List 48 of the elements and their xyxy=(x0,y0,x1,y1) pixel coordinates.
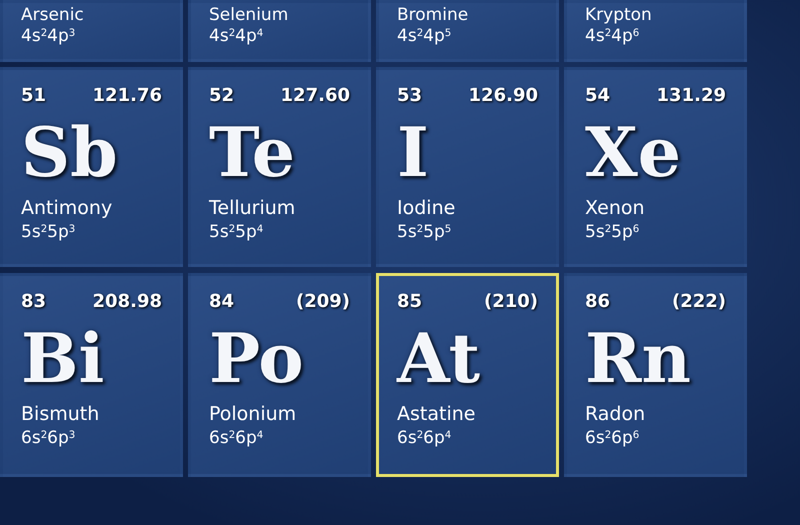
element-name: Iodine xyxy=(397,197,456,221)
atomic-number: 51 xyxy=(21,84,46,108)
element-symbol: Po xyxy=(209,325,305,393)
atomic-mass: 208.98 xyxy=(92,290,162,314)
element-name: Tellurium xyxy=(209,197,296,221)
element-name: Krypton xyxy=(585,5,653,26)
element-name: Antimony xyxy=(21,197,114,221)
element-name: Astatine xyxy=(397,403,476,427)
element-symbol: Sb xyxy=(21,119,119,187)
element-symbol: Rn xyxy=(585,325,692,393)
electron-configuration: 5s$^{2}$5p$^{6}$ xyxy=(585,220,640,243)
atomic-mass: 131.29 xyxy=(656,84,726,108)
electron-configuration: 6s$^{2}$6p$^{4}$ xyxy=(397,426,452,449)
atomic-number: 85 xyxy=(397,290,422,314)
electron-configuration: 4s$^{2}$4p$^{5}$ xyxy=(397,25,452,48)
element-name: Xenon xyxy=(585,197,646,221)
element-name: Bismuth xyxy=(21,403,100,427)
atomic-mass: 127.60 xyxy=(280,84,350,108)
atomic-number: 54 xyxy=(585,84,610,108)
atomic-number: 84 xyxy=(209,290,234,314)
electron-configuration: 4s$^{2}$4p$^{6}$ xyxy=(585,25,640,48)
element-name: Radon xyxy=(585,403,646,427)
electron-configuration: 6s$^{2}$6p$^{3}$ xyxy=(21,426,76,449)
electron-configuration: 5s$^{2}$5p$^{4}$ xyxy=(209,220,264,243)
atomic-number: 52 xyxy=(209,84,234,108)
element-symbol: Bi xyxy=(21,325,106,393)
element-symbol: Xe xyxy=(585,119,682,187)
element-symbol: I xyxy=(397,119,430,187)
electron-configuration: 6s$^{2}$6p$^{4}$ xyxy=(209,426,264,449)
element-name: Polonium xyxy=(209,403,298,427)
element-name: Bromine xyxy=(397,5,470,26)
atomic-mass: 126.90 xyxy=(468,84,538,108)
electron-configuration: 5s$^{2}$5p$^{3}$ xyxy=(21,220,76,243)
atomic-mass: (209) xyxy=(296,290,350,314)
electron-configuration: 6s$^{2}$6p$^{6}$ xyxy=(585,426,640,449)
electron-configuration: 5s$^{2}$5p$^{5}$ xyxy=(397,220,452,243)
element-symbol: At xyxy=(397,325,481,393)
electron-configuration: 4s$^{2}$4p$^{3}$ xyxy=(21,25,76,48)
atomic-number: 53 xyxy=(397,84,422,108)
atomic-mass: (222) xyxy=(672,290,726,314)
element-symbol: Te xyxy=(209,119,296,187)
atomic-number: 83 xyxy=(21,290,46,314)
element-name: Selenium xyxy=(209,5,290,26)
element-name: Arsenic xyxy=(21,5,85,26)
electron-configuration: 4s$^{2}$4p$^{4}$ xyxy=(209,25,264,48)
atomic-mass: 121.76 xyxy=(92,84,162,108)
atomic-number: 86 xyxy=(585,290,610,314)
atomic-mass: (210) xyxy=(484,290,538,314)
